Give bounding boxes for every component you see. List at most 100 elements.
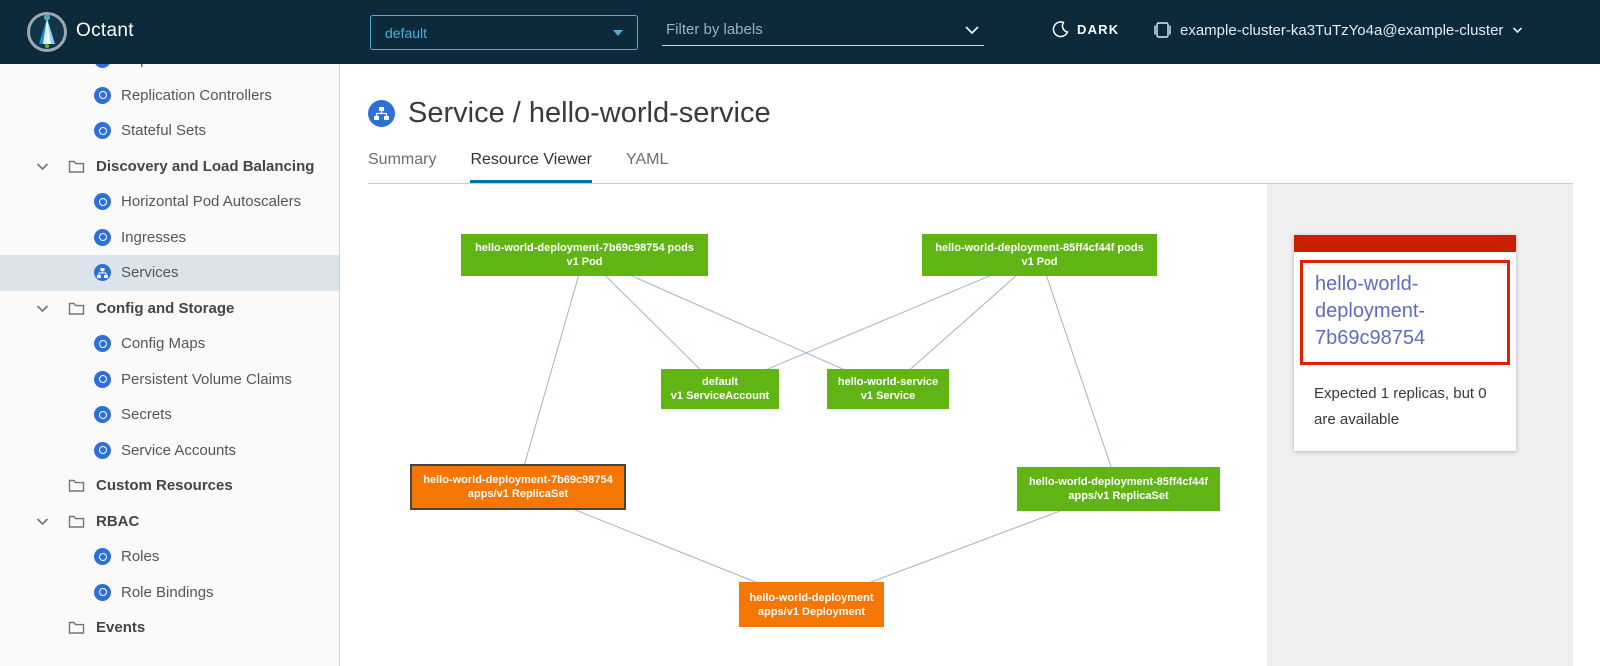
folder-icon [68,620,86,635]
node-name: hello-world-deployment-7b69c98754 [423,473,613,487]
node-name: hello-world-deployment-85ff4cf44f [1029,475,1208,489]
scrollbar-gutter [1573,184,1600,666]
sidebar-item-services[interactable]: Services [0,255,339,291]
node-kind: v1 ServiceAccount [671,389,769,403]
sidebar-item-stateful-sets[interactable]: Stateful Sets [0,113,339,149]
service-accounts-icon [94,442,111,459]
dark-mode-toggle[interactable]: DARK [1052,21,1119,38]
node-name: hello-world-deployment-7b69c98754 pods [475,241,694,255]
sidebar-section-label: RBAC [96,513,139,530]
folder-icon [68,478,86,493]
chevron-down-icon[interactable] [34,517,50,526]
sidebar-section-label: Discovery and Load Balancing [96,158,314,175]
node-kind: v1 Pod [566,255,602,269]
sidebar-item-replica-sets[interactable]: Replica Sets [0,64,339,78]
tab-divider [368,183,1573,184]
secrets-icon [94,406,111,423]
resource-viewer-graph: hello-world-deployment-7b69c98754 podsv1… [340,184,1267,666]
filter-labels-input[interactable]: Filter by labels [662,14,984,46]
status-card: hello-world-deployment-7b69c98754 Expect… [1294,235,1516,451]
sidebar-item-label: Role Bindings [121,584,214,601]
node-name: default [702,375,738,389]
sidebar-item-label: Horizontal Pod Autoscalers [121,193,301,210]
sidebar-item-ingresses[interactable]: Ingresses [0,220,339,256]
sidebar-item-label: Secrets [121,406,172,423]
graph-node-svc[interactable]: hello-world-servicev1 Service [827,369,949,409]
tab-summary[interactable]: Summary [368,151,436,183]
sidebar-item-config-maps[interactable]: Config Maps [0,326,339,362]
cluster-context-label: example-cluster-ka3TuTzYo4a@example-clus… [1180,22,1503,39]
graph-node-pod1[interactable]: hello-world-deployment-7b69c98754 podsv1… [461,234,708,276]
dark-mode-label: DARK [1077,22,1119,37]
moon-icon [1052,21,1069,38]
sidebar-item-role-bindings[interactable]: Role Bindings [0,575,339,611]
sidebar-item-label: Config Maps [121,335,205,352]
sidebar-item-events[interactable]: Events [0,610,339,646]
sidebar-section-label: Events [96,619,145,636]
service-icon [368,100,395,127]
cluster-context-switcher[interactable]: example-cluster-ka3TuTzYo4a@example-clus… [1154,21,1523,39]
sidebar-item-label: Replica Sets [121,64,205,68]
sidebar-item-persistent-volume-claims[interactable]: Persistent Volume Claims [0,362,339,398]
namespace-dropdown[interactable]: default [370,15,638,50]
graph-node-pod2[interactable]: hello-world-deployment-85ff4cf44f podsv1… [922,234,1157,276]
sidebar-nav: Replica Sets Replication Controllers State… [0,64,340,666]
graph-node-sa[interactable]: defaultv1 ServiceAccount [661,369,779,409]
sidebar-item-rbac[interactable]: RBAC [0,504,339,540]
caret-down-icon [613,30,623,36]
alert-title-box: hello-world-deployment-7b69c98754 [1300,260,1510,365]
persistent-volume-claims-icon [94,371,111,388]
folder-icon [68,159,86,174]
node-name: hello-world-deployment-85ff4cf44f pods [935,241,1143,255]
chevron-down-icon[interactable] [34,162,50,171]
sidebar-item-label: Ingresses [121,229,186,246]
sidebar-item-label: Service Accounts [121,442,236,459]
node-name: hello-world-service [838,375,938,389]
roles-icon [94,548,111,565]
sidebar-section-label: Custom Resources [96,477,233,494]
sidebar-item-label: Stateful Sets [121,122,206,139]
alert-message: Expected 1 replicas, but 0 are available [1314,381,1502,433]
detail-panel: hello-world-deployment-7b69c98754 Expect… [1267,184,1573,666]
graph-node-rs1[interactable]: hello-world-deployment-7b69c98754apps/v1… [410,464,626,510]
graph-node-rs2[interactable]: hello-world-deployment-85ff4cf44fapps/v1… [1017,467,1220,511]
graph-node-dep[interactable]: hello-world-deploymentapps/v1 Deployment [739,582,884,627]
node-kind: apps/v1 ReplicaSet [1068,489,1168,503]
sidebar-item-replication-controllers[interactable]: Replication Controllers [0,78,339,114]
node-kind: v1 Service [861,389,915,403]
app-header: Octant default Filter by labels DARK exa… [0,0,1600,64]
sidebar-item-config-and-storage[interactable]: Config and Storage [0,291,339,327]
sidebar-item-label: Services [121,264,179,281]
sidebar-item-custom-resources[interactable]: Custom Resources [0,468,339,504]
tab-resource-viewer[interactable]: Resource Viewer [470,151,592,183]
namespace-value: default [385,25,427,41]
page-title-text: Service / hello-world-service [408,97,771,130]
sidebar-item-secrets[interactable]: Secrets [0,397,339,433]
stateful-sets-icon [94,122,111,139]
alert-strip [1294,235,1516,252]
ingresses-icon [94,229,111,246]
node-kind: apps/v1 ReplicaSet [468,487,568,501]
cluster-icon [1154,21,1171,39]
replica-sets-icon [94,64,111,68]
resource-link[interactable]: hello-world-deployment-7b69c98754 [1315,271,1497,352]
chevron-down-icon [1512,26,1523,34]
chevron-down-icon[interactable] [34,304,50,313]
folder-icon [68,301,86,316]
horizontal-pod-autoscalers-icon [94,193,111,210]
sidebar-item-roles[interactable]: Roles [0,539,339,575]
folder-icon [68,514,86,529]
sidebar-section-label: Config and Storage [96,300,234,317]
role-bindings-icon [94,584,111,601]
sidebar-item-discovery-and-load-balancing[interactable]: Discovery and Load Balancing [0,149,339,185]
replication-controllers-icon [94,87,111,104]
sidebar-item-label: Replication Controllers [121,87,272,104]
sidebar-item-horizontal-pod-autoscalers[interactable]: Horizontal Pod Autoscalers [0,184,339,220]
chevron-down-icon [964,25,980,35]
app-title: Octant [76,20,134,42]
page-title: Service / hello-world-service [368,97,771,130]
sidebar-item-service-accounts[interactable]: Service Accounts [0,433,339,469]
tab-yaml[interactable]: YAML [626,151,668,183]
sidebar-item-label: Persistent Volume Claims [121,371,292,388]
services-icon [94,264,111,281]
